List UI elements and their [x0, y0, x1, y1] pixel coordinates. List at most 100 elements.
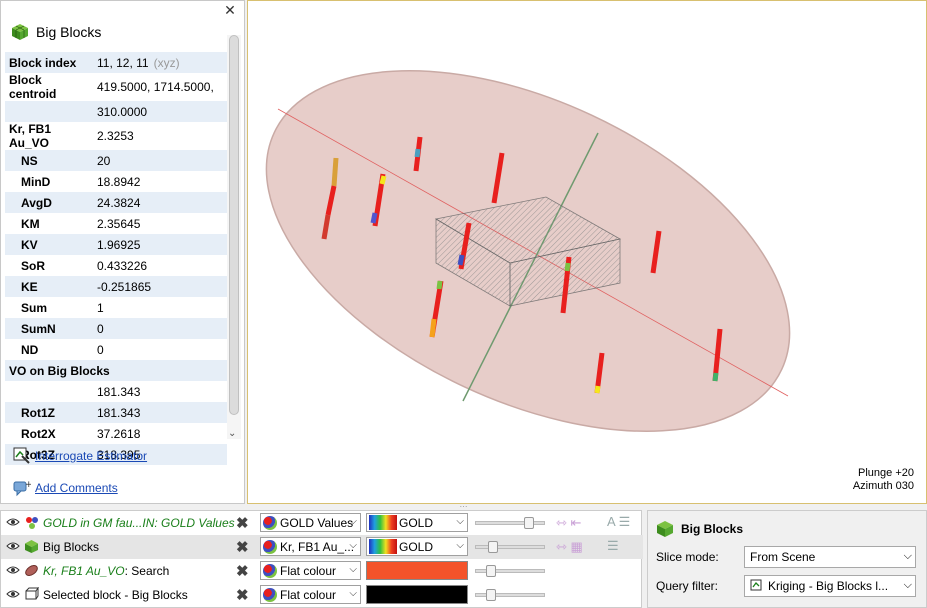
property-value-text: 310.0000: [97, 104, 148, 119]
panel-scrollbar[interactable]: ⌄: [227, 35, 241, 439]
remove-shape-icon[interactable]: ✖: [236, 562, 249, 580]
add-comments-link[interactable]: + Add Comments: [13, 479, 118, 497]
interrogate-estimator-label[interactable]: Interrogate Estimator: [35, 449, 147, 463]
property-row: AvgD 24.3824: [5, 192, 227, 213]
slice-mode-value: From Scene: [750, 550, 816, 564]
query-filter-select[interactable]: Kriging - Big Blocks l... ⌵: [744, 575, 916, 597]
visibility-eye-icon[interactable]: [6, 541, 20, 551]
transparency-slider[interactable]: [475, 565, 545, 577]
slider-handle[interactable]: [524, 517, 534, 529]
slider-handle[interactable]: [486, 589, 496, 601]
transparency-slider[interactable]: [475, 589, 545, 601]
property-value: 0.433226: [93, 255, 227, 276]
property-value-text: 0: [97, 321, 104, 336]
scene-canvas[interactable]: [248, 1, 927, 505]
row-tools-icon[interactable]: ⇿ ▦: [556, 539, 583, 555]
interrogate-estimator-link[interactable]: Interrogate Estimator: [13, 447, 147, 465]
drillhole-trace: [331, 157, 339, 187]
property-value-text: 181.343: [97, 384, 141, 399]
query-filter-value: Kriging - Big Blocks l...: [768, 579, 889, 593]
colour-mode-select[interactable]: GOLD Values ⌵: [260, 513, 361, 532]
property-row: Kr, FB1 Au_VO 2.3253: [5, 122, 227, 150]
property-key: ND: [21, 342, 39, 357]
row-tools-icon[interactable]: ⇿ ⇤: [556, 515, 581, 531]
property-key: Rot2X: [21, 426, 56, 441]
flat-colour-swatch[interactable]: [366, 561, 468, 580]
colour-mode-select[interactable]: Flat colour ⌵: [260, 561, 361, 580]
property-value: 24.3824: [93, 192, 227, 213]
scrollbar-thumb[interactable]: [229, 35, 239, 415]
property-value: 20: [93, 150, 227, 171]
close-panel-button[interactable]: ✕: [222, 2, 238, 18]
remove-shape-icon[interactable]: ✖: [236, 538, 249, 556]
property-suffix: (xyz): [153, 55, 180, 70]
property-key: KE: [5, 276, 93, 297]
block-model-icon: [657, 521, 673, 537]
property-value-text: 11, 12, 11: [97, 55, 149, 70]
property-key: Rot1Z: [5, 402, 93, 423]
colourmap-select[interactable]: GOLD ⌵: [366, 513, 468, 532]
colour-mode-value: GOLD Values: [280, 515, 354, 530]
property-key: MinD: [21, 174, 51, 189]
shape-list-row[interactable]: Kr, FB1 Au_VO: Search ✖ Flat colour ⌵: [1, 559, 643, 583]
property-key: SoR: [21, 258, 45, 273]
colour-mode-icon: [263, 515, 277, 530]
shape-name: Big Blocks: [43, 540, 100, 554]
property-value: 0: [93, 339, 227, 360]
visibility-eye-icon[interactable]: [6, 565, 20, 575]
property-row: ND 0: [5, 339, 227, 360]
colour-mode-icon: [263, 539, 277, 554]
colour-mode-value: Kr, FB1 Au_...: [280, 539, 355, 554]
chevron-down-icon: ⌵: [456, 540, 464, 551]
colourmap-gradient-icon: [369, 539, 397, 554]
block-model-icon: [12, 24, 28, 40]
visibility-eye-icon[interactable]: [6, 517, 20, 527]
shape-list-row[interactable]: Selected block - Big Blocks ✖ Flat colour ⌵: [1, 583, 643, 607]
transparency-slider[interactable]: [475, 517, 545, 529]
shape-list-row[interactable]: Big Blocks ✖ Kr, FB1 Au_... ⌵ GOLD ⌵ ⇿ ▦ ☰: [1, 535, 643, 559]
property-row: SumN 0: [5, 318, 227, 339]
scroll-down-arrow-icon[interactable]: ⌄: [228, 428, 236, 439]
remove-shape-icon[interactable]: ✖: [236, 514, 249, 532]
shape-name: Selected block - Big Blocks: [43, 588, 188, 602]
property-value: 310.0000: [93, 101, 227, 122]
slider-handle[interactable]: [488, 541, 498, 553]
colour-mode-icon: [263, 563, 277, 578]
drillhole-trace: [457, 254, 465, 266]
chevron-down-icon: ⌵: [349, 588, 357, 599]
row-options-icon[interactable]: A ☰: [607, 514, 630, 530]
property-value: 181.343: [93, 402, 227, 423]
property-value: 18.8942: [93, 171, 227, 192]
property-value-text: 2.35645: [97, 216, 141, 231]
azimuth-readout: Azimuth 030: [852, 480, 914, 492]
slice-mode-select[interactable]: From Scene ⌵: [744, 546, 916, 568]
property-row: NS 20: [5, 150, 227, 171]
query-filter-icon: [750, 579, 762, 591]
query-filter-label: Query filter:: [656, 579, 719, 593]
shape-name: Kr, FB1 Au_VO: Search: [43, 564, 170, 578]
add-comments-label[interactable]: Add Comments: [35, 481, 118, 495]
remove-shape-icon[interactable]: ✖: [236, 586, 249, 604]
colourmap-select[interactable]: GOLD ⌵: [366, 537, 468, 556]
drillhole-trace: [594, 385, 601, 394]
property-value-text: 24.3824: [97, 195, 141, 210]
properties-title: Big Blocks: [681, 522, 744, 536]
property-table: Block index 11, 12, 11 (xyz) Block centroid…: [5, 52, 227, 465]
colour-mode-select[interactable]: Flat colour ⌵: [260, 585, 361, 604]
property-key: KM: [21, 216, 40, 231]
3d-scene-view[interactable]: Plunge +20 Azimuth 030: [247, 0, 927, 504]
property-key: VO on Big Blocks: [5, 360, 227, 381]
colour-mode-select[interactable]: Kr, FB1 Au_... ⌵: [260, 537, 361, 556]
row-options-icon[interactable]: ☰: [607, 538, 619, 554]
flat-colour-swatch[interactable]: [366, 585, 468, 604]
property-value-text: 419.5000, 1714.5000,: [97, 80, 214, 94]
interrogate-icon: [13, 447, 30, 464]
property-key: [5, 101, 93, 122]
property-row: KE -0.251865: [5, 276, 227, 297]
drillhole-trace: [436, 280, 443, 290]
slice-mode-label: Slice mode:: [656, 550, 719, 564]
shape-list-row[interactable]: GOLD in GM fau...IN: GOLD Values ✖ GOLD Va…: [1, 511, 643, 535]
slider-handle[interactable]: [486, 565, 496, 577]
transparency-slider[interactable]: [475, 541, 545, 553]
visibility-eye-icon[interactable]: [6, 589, 20, 599]
